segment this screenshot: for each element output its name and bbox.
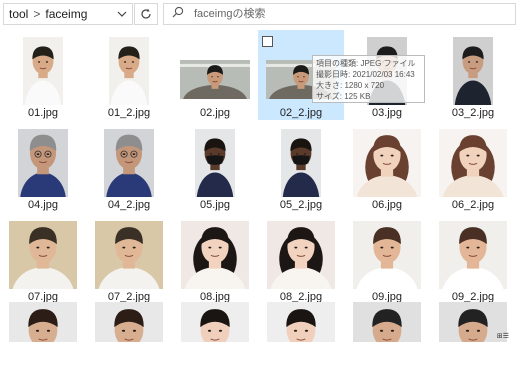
file-thumbnail bbox=[18, 129, 68, 197]
toolbar: tool > faceimg bbox=[0, 0, 516, 30]
select-checkbox[interactable] bbox=[262, 36, 273, 47]
file-thumbnail bbox=[180, 60, 250, 99]
file-info-tooltip: 項目の種類: JPEG ファイル 撮影日時: 2021/02/03 16:43 … bbox=[312, 55, 425, 103]
file-name: 03_2.jpg bbox=[451, 107, 495, 119]
tooltip-size: サイズ: 125 KB bbox=[316, 92, 371, 101]
view-mode-icon[interactable]: ⊞☰ bbox=[495, 332, 511, 341]
address-bar[interactable]: tool > faceimg bbox=[3, 3, 133, 25]
file-item[interactable]: 04.jpg bbox=[0, 122, 86, 212]
file-thumbnail bbox=[267, 221, 335, 289]
file-item[interactable]: 01.jpg bbox=[0, 30, 86, 120]
file-name: 02_2.jpg bbox=[279, 107, 323, 119]
search-icon bbox=[172, 5, 184, 23]
file-item[interactable]: 07_2.jpg bbox=[86, 214, 172, 304]
file-name: 04_2.jpg bbox=[107, 199, 151, 211]
breadcrumb-faceimg[interactable]: faceimg bbox=[45, 7, 87, 21]
file-item[interactable]: 06.jpg bbox=[344, 122, 430, 212]
file-thumbnail bbox=[23, 37, 63, 105]
file-item[interactable]: 08_2.jpg bbox=[258, 214, 344, 304]
file-item[interactable]: 06_2.jpg bbox=[430, 122, 516, 212]
file-thumbnail bbox=[439, 221, 507, 289]
file-item[interactable] bbox=[430, 300, 516, 390]
file-thumbnail bbox=[181, 302, 249, 342]
file-thumbnail bbox=[95, 221, 163, 289]
tooltip-type: 項目の種類: JPEG ファイル bbox=[316, 59, 416, 68]
tooltip-dimensions: 大きさ: 1280 x 720 bbox=[316, 81, 385, 90]
file-item[interactable]: 03_2.jpg bbox=[430, 30, 516, 120]
file-thumbnail bbox=[439, 129, 507, 197]
file-thumbnail bbox=[9, 302, 77, 342]
file-thumbnail bbox=[195, 129, 235, 197]
refresh-icon bbox=[141, 8, 151, 19]
refresh-button[interactable] bbox=[134, 3, 158, 25]
file-item[interactable]: 02.jpg bbox=[172, 30, 258, 120]
file-item[interactable] bbox=[258, 300, 344, 390]
file-thumbnail bbox=[9, 221, 77, 289]
file-name: 01.jpg bbox=[28, 107, 58, 119]
file-name: 02.jpg bbox=[200, 107, 230, 119]
file-thumbnail bbox=[353, 302, 421, 342]
file-item[interactable] bbox=[86, 300, 172, 390]
file-grid: 01.jpg 01_2.jpg 02.jpg 02_2.jpg 03.jpg 03_2.j… bbox=[0, 30, 516, 344]
file-thumbnail bbox=[281, 129, 321, 197]
file-item[interactable]: 08.jpg bbox=[172, 214, 258, 304]
file-thumbnail bbox=[109, 37, 149, 105]
file-name: 04.jpg bbox=[28, 199, 58, 211]
file-item[interactable]: 07.jpg bbox=[0, 214, 86, 304]
file-item[interactable] bbox=[344, 300, 430, 390]
file-thumbnail bbox=[267, 302, 335, 342]
file-item[interactable] bbox=[0, 300, 86, 390]
breadcrumb-separator: > bbox=[33, 7, 41, 21]
file-thumbnail bbox=[353, 221, 421, 289]
search-box[interactable] bbox=[163, 3, 516, 25]
file-thumbnail bbox=[453, 37, 493, 105]
file-item[interactable]: 05_2.jpg bbox=[258, 122, 344, 212]
file-item[interactable]: 09.jpg bbox=[344, 214, 430, 304]
file-item[interactable]: 09_2.jpg bbox=[430, 214, 516, 304]
file-thumbnail bbox=[181, 221, 249, 289]
file-name: 06_2.jpg bbox=[451, 199, 495, 211]
file-name: 06.jpg bbox=[372, 199, 402, 211]
file-thumbnail bbox=[104, 129, 154, 197]
file-name: 05.jpg bbox=[200, 199, 230, 211]
chevron-down-icon[interactable] bbox=[117, 8, 127, 23]
breadcrumb-tool[interactable]: tool bbox=[4, 7, 28, 21]
file-item[interactable]: 01_2.jpg bbox=[86, 30, 172, 120]
tooltip-date: 撮影日時: 2021/02/03 16:43 bbox=[316, 70, 415, 79]
search-input[interactable] bbox=[192, 7, 496, 21]
file-item[interactable]: 05.jpg bbox=[172, 122, 258, 212]
file-name: 05_2.jpg bbox=[279, 199, 323, 211]
file-thumbnail bbox=[353, 129, 421, 197]
file-name: 03.jpg bbox=[372, 107, 402, 119]
file-name: 01_2.jpg bbox=[107, 107, 151, 119]
file-item[interactable] bbox=[172, 300, 258, 390]
file-item[interactable]: 04_2.jpg bbox=[86, 122, 172, 212]
file-thumbnail bbox=[95, 302, 163, 342]
